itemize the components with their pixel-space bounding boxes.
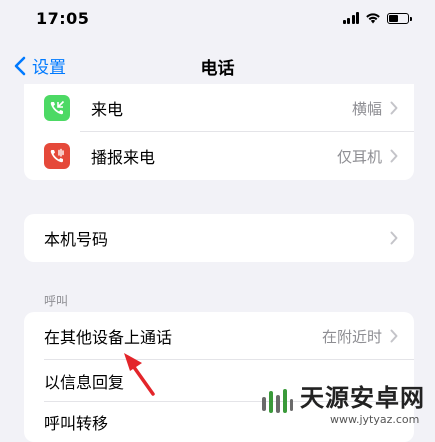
announce-calls-value: 仅耳机 [336, 147, 382, 166]
watermark: 天源安卓网 www.jytyaz.com [260, 378, 425, 426]
call-forwarding-label: 呼叫转移 [44, 414, 109, 433]
list-item-calls-on-other-devices[interactable]: 在其他设备上通话 在附近时 [24, 312, 414, 360]
watermark-logo [262, 389, 293, 413]
calls-on-other-devices-value: 在附近时 [321, 327, 382, 346]
chevron-right-icon [390, 149, 398, 163]
announce-call-icon [44, 143, 70, 169]
ringtone-group: 来电 横幅 播报来电 仅耳机 [24, 84, 414, 180]
watermark-name: 天源安卓网 [300, 384, 425, 412]
watermark-url: www.jytyaz.com [330, 413, 420, 426]
list-item-announce-calls[interactable]: 播报来电 仅耳机 [24, 132, 414, 180]
chevron-right-icon [390, 101, 398, 115]
page-title: 电话 [200, 59, 235, 79]
cellular-signal-icon [342, 12, 359, 24]
incoming-calls-value: 横幅 [351, 99, 382, 118]
chevron-right-icon [390, 329, 398, 343]
incoming-call-icon [44, 95, 70, 121]
status-bar: 17:05 [0, 0, 435, 40]
section-header-calls: 呼叫 [44, 294, 69, 308]
status-time: 17:05 [36, 9, 90, 28]
my-number-group: 本机号码 [24, 214, 414, 262]
calls-on-other-devices-label: 在其他设备上通话 [44, 328, 173, 347]
navigation-bar: 设置 电话 [0, 46, 435, 86]
incoming-calls-label: 来电 [91, 100, 124, 119]
chevron-right-icon [390, 231, 398, 245]
my-number-label: 本机号码 [44, 230, 109, 249]
list-item-incoming-calls[interactable]: 来电 横幅 [24, 84, 414, 132]
battery-icon [387, 12, 412, 24]
status-icons [342, 12, 412, 24]
wifi-icon [366, 13, 380, 24]
respond-with-text-label: 以信息回复 [44, 373, 125, 392]
list-item-my-number[interactable]: 本机号码 [24, 214, 414, 262]
announce-calls-label: 播报来电 [91, 148, 156, 167]
